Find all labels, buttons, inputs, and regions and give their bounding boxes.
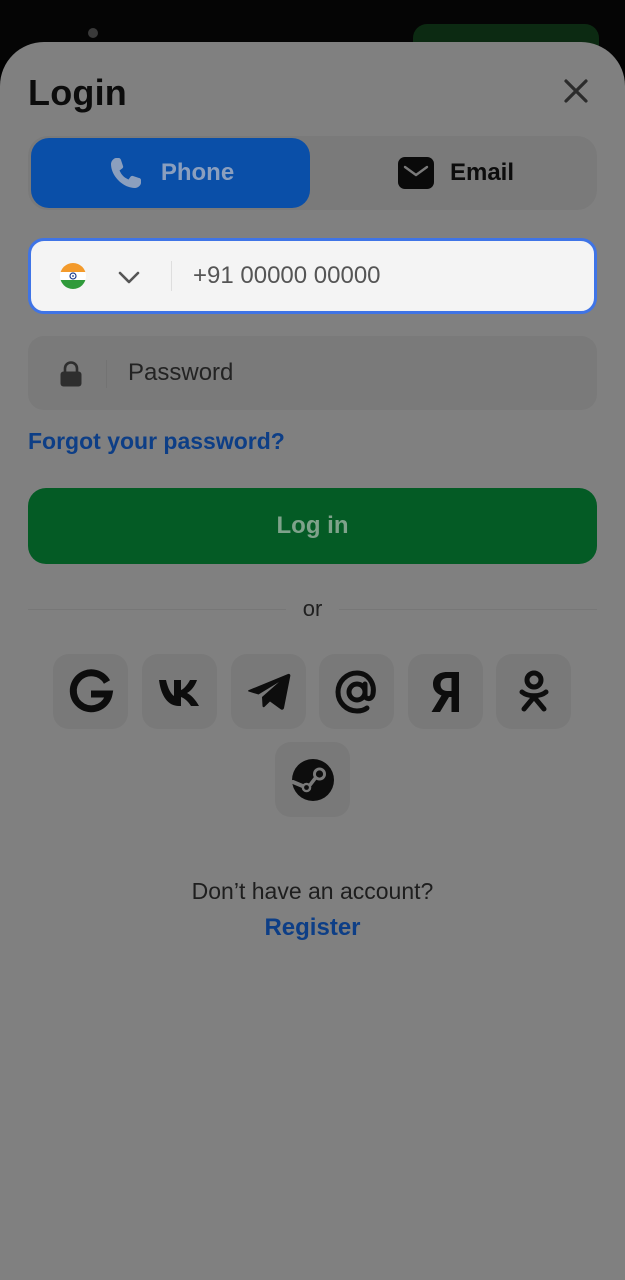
tab-email[interactable]: Email (318, 138, 594, 208)
password-field (28, 336, 597, 410)
vk-login-button[interactable] (142, 654, 217, 729)
login-sheet: Login Phone Email +91 00000 00000 Forgot… (0, 42, 625, 1280)
forgot-password-link[interactable]: Forgot your password? (28, 428, 285, 455)
india-flag-icon[interactable] (60, 263, 86, 289)
page-title: Login (28, 72, 127, 113)
odnoklassniki-icon (519, 670, 548, 711)
login-method-tabs: Phone Email (28, 136, 597, 210)
google-login-button[interactable] (53, 654, 128, 729)
vk-icon (158, 679, 199, 706)
google-icon (69, 668, 113, 712)
steam-login-button[interactable] (275, 742, 350, 817)
tab-phone-label: Phone (160, 159, 235, 186)
divider-text: or (302, 596, 323, 621)
phone-icon (110, 158, 141, 188)
or-divider: or (28, 596, 597, 622)
mail-ru-icon (334, 669, 376, 714)
phone-field (28, 238, 597, 314)
yandex-icon (431, 671, 459, 712)
steam-icon (290, 758, 334, 801)
password-input[interactable] (128, 356, 568, 390)
close-icon[interactable] (559, 74, 593, 108)
mail-icon (397, 157, 434, 189)
login-button[interactable]: Log in (28, 488, 597, 564)
tab-email-label: Email (449, 159, 515, 186)
chevron-down-icon[interactable] (117, 265, 141, 289)
field-divider (106, 360, 107, 388)
tab-phone[interactable]: Phone (31, 138, 310, 208)
phone-input[interactable] (193, 259, 573, 293)
odnoklassniki-login-button[interactable] (496, 654, 571, 729)
no-account-text: Don’t have an account? (191, 878, 434, 904)
register-link[interactable]: Register (0, 914, 625, 942)
telegram-icon (247, 673, 290, 710)
lock-icon (60, 361, 82, 387)
field-divider (171, 261, 172, 291)
yandex-login-button[interactable] (408, 654, 483, 729)
telegram-login-button[interactable] (231, 654, 306, 729)
status-dot (88, 28, 98, 38)
mail-ru-login-button[interactable] (319, 654, 394, 729)
